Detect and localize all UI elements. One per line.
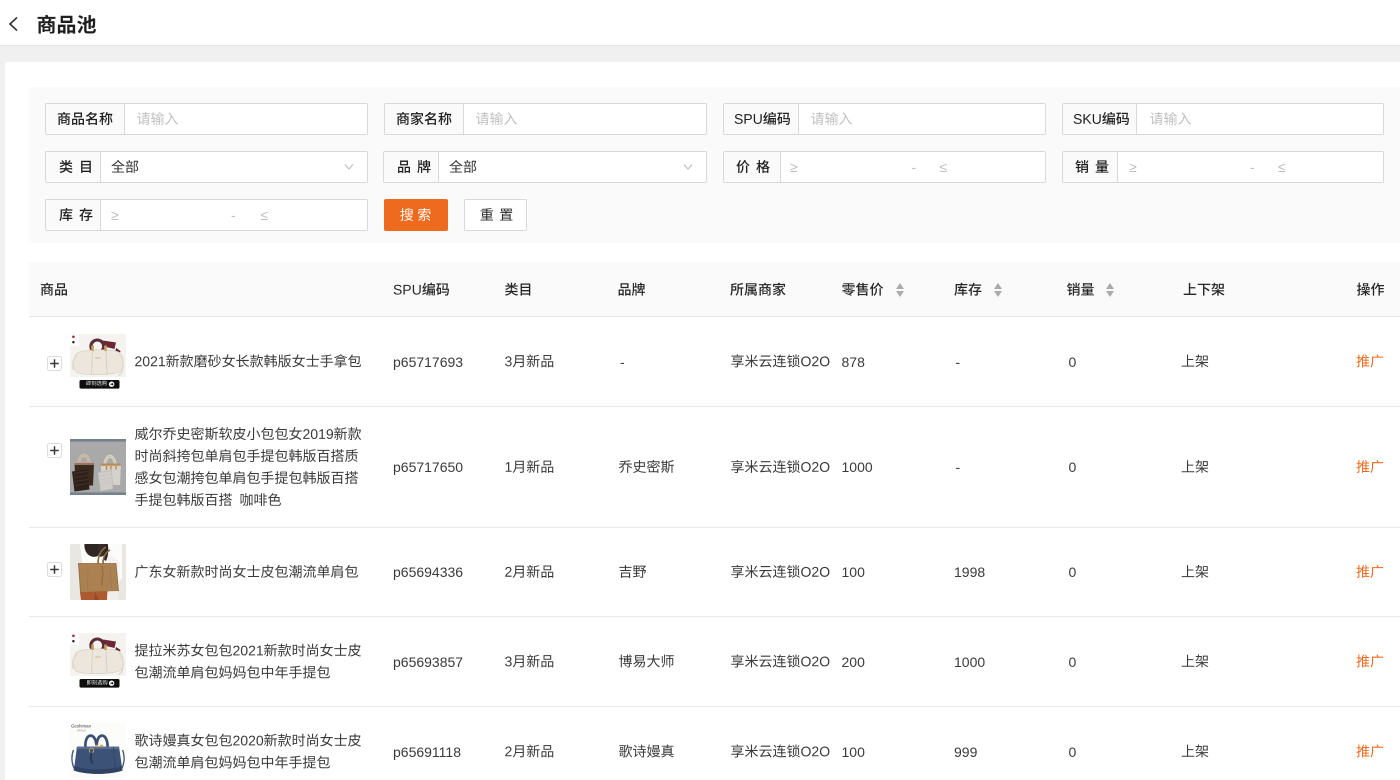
svg-text:Geshiman: Geshiman (71, 723, 92, 728)
svg-text:BRAND: BRAND (77, 728, 86, 732)
